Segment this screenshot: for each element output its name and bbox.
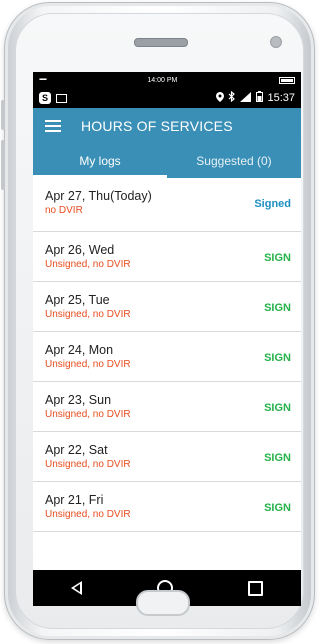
log-status: Unsigned, no DVIR bbox=[45, 359, 131, 370]
image-notification-icon bbox=[56, 93, 67, 103]
hardware-home-button[interactable] bbox=[136, 590, 190, 616]
app-bar: HOURS OF SERVICES bbox=[33, 108, 301, 144]
log-status: Unsigned, no DVIR bbox=[45, 309, 131, 320]
log-date: Apr 23, Sun bbox=[45, 393, 112, 407]
sign-button[interactable]: SIGN bbox=[264, 302, 291, 314]
log-row[interactable]: Apr 21, Fri Unsigned, no DVIR SIGN bbox=[33, 482, 301, 532]
logs-list: Apr 27, Thu(Today) no DVIR Signed Apr 26… bbox=[33, 178, 301, 532]
outer-status-bar: ▪▪▪▪▪▪ 14:00 PM bbox=[33, 72, 301, 88]
log-status: Unsigned, no DVIR bbox=[45, 259, 131, 270]
log-row[interactable]: Apr 25, Tue Unsigned, no DVIR SIGN bbox=[33, 282, 301, 332]
log-row[interactable]: Apr 24, Mon Unsigned, no DVIR SIGN bbox=[33, 332, 301, 382]
earpiece-speaker bbox=[134, 38, 188, 47]
volume-button bbox=[1, 100, 5, 130]
lte-signal-icon bbox=[239, 91, 252, 105]
log-status: Unsigned, no DVIR bbox=[45, 459, 131, 470]
sign-button[interactable]: SIGN bbox=[264, 352, 291, 364]
log-row[interactable]: Apr 27, Thu(Today) no DVIR Signed bbox=[33, 178, 301, 232]
log-status: Unsigned, no DVIR bbox=[45, 509, 131, 520]
sign-button[interactable]: SIGN bbox=[264, 402, 291, 414]
log-status: Unsigned, no DVIR bbox=[45, 409, 131, 420]
bluetooth-icon bbox=[228, 90, 236, 105]
tab-suggested[interactable]: Suggested (0) bbox=[167, 144, 301, 178]
location-icon bbox=[216, 91, 225, 105]
power-button bbox=[1, 140, 5, 190]
log-date: Apr 21, Fri bbox=[45, 493, 104, 507]
battery-icon bbox=[278, 76, 295, 84]
log-row[interactable]: Apr 23, Sun Unsigned, no DVIR SIGN bbox=[33, 382, 301, 432]
log-date: Apr 24, Mon bbox=[45, 343, 114, 357]
log-date: Apr 25, Tue bbox=[45, 293, 110, 307]
battery-status-icon bbox=[256, 91, 264, 105]
front-camera bbox=[270, 36, 282, 48]
android-status-bar: S 15:37 bbox=[33, 88, 301, 108]
outer-status-time: 14:00 PM bbox=[147, 76, 178, 84]
sign-button[interactable]: SIGN bbox=[264, 252, 291, 264]
recent-apps-icon[interactable] bbox=[248, 580, 264, 596]
page-title: HOURS OF SERVICES bbox=[81, 118, 233, 134]
signal-icon: ▪▪▪▪▪▪ bbox=[39, 77, 47, 83]
phone-screen: ▪▪▪▪▪▪ 14:00 PM S 15:37 HOURS OF SERVICE… bbox=[33, 72, 301, 606]
log-row[interactable]: Apr 22, Sat Unsigned, no DVIR SIGN bbox=[33, 432, 301, 482]
log-date: Apr 22, Sat bbox=[45, 443, 108, 457]
tab-my-logs[interactable]: My logs bbox=[33, 144, 167, 178]
signed-label[interactable]: Signed bbox=[254, 198, 291, 210]
log-row[interactable]: Apr 26, Wed Unsigned, no DVIR SIGN bbox=[33, 232, 301, 282]
sign-button[interactable]: SIGN bbox=[264, 452, 291, 464]
tab-bar: My logs Suggested (0) bbox=[33, 144, 301, 178]
menu-icon[interactable] bbox=[45, 120, 61, 132]
sign-button[interactable]: SIGN bbox=[264, 502, 291, 514]
skype-icon: S bbox=[39, 92, 51, 104]
log-date: Apr 26, Wed bbox=[45, 243, 115, 257]
status-time: 15:37 bbox=[267, 92, 295, 104]
back-icon[interactable] bbox=[70, 581, 82, 595]
